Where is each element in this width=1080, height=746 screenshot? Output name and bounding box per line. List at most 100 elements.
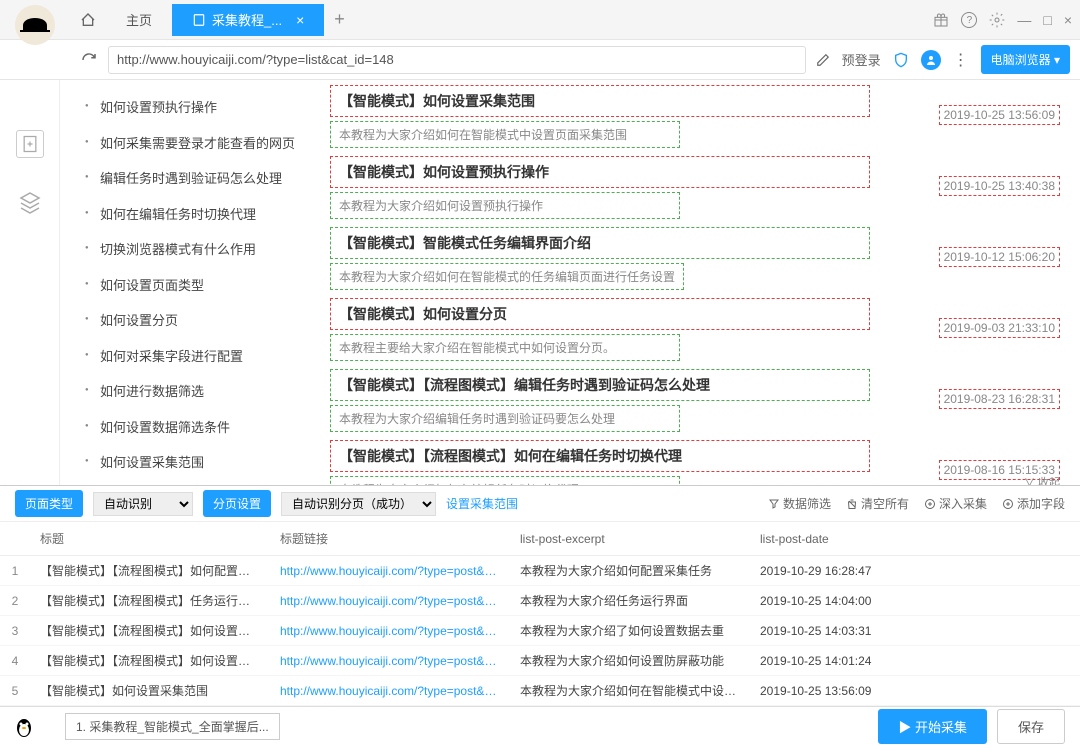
window-close-button[interactable]: × (1064, 12, 1072, 28)
row-title: 【智能模式】【流程图模式】任务运行界面介绍 (30, 586, 270, 616)
table-row[interactable]: 4 【智能模式】【流程图模式】如何设置防屏蔽 http://www.houyic… (0, 646, 1080, 676)
set-range-link[interactable]: 设置采集范围 (446, 495, 518, 512)
row-date: 2019-10-25 14:01:24 (750, 646, 1080, 676)
data-filter-button[interactable]: 数据筛选 (768, 495, 831, 512)
article-excerpt: 本教程为大家介绍编辑任务时遇到验证码要怎么处理 (330, 405, 680, 432)
tab-active-label: 采集教程_... (212, 10, 282, 29)
more-icon[interactable]: ⋮ (953, 50, 969, 70)
sidebar-item[interactable]: 如何采集需要登录才能查看的网页 (80, 126, 300, 162)
settings-icon[interactable] (989, 12, 1005, 28)
collapse-button[interactable]: ∨ 收起 (1024, 474, 1060, 485)
row-date: 2019-10-25 13:56:09 (750, 676, 1080, 706)
data-table: 标题 标题链接 list-post-excerpt list-post-date… (0, 522, 1080, 706)
row-url[interactable]: http://www.houyicaiji.com/?type=post&pid… (270, 616, 510, 646)
sidebar-item[interactable]: 切换浏览器模式有什么作用 (80, 232, 300, 268)
row-date: 2019-10-29 16:28:47 (750, 556, 1080, 586)
row-excerpt: 本教程为大家介绍如何设置防屏蔽功能 (510, 646, 750, 676)
help-icon[interactable]: ? (961, 12, 977, 28)
add-file-icon[interactable] (16, 130, 44, 158)
sidebar-item[interactable]: 如何设置采集范围 (80, 445, 300, 481)
article-block: 【智能模式】如何设置分页 2019-09-03 21:33:10 本教程主要给大… (330, 298, 1060, 361)
article-date: 2019-08-23 16:28:31 (939, 389, 1060, 409)
auto-page-select[interactable]: 自动识别分页（成功） (281, 492, 436, 516)
row-idx: 5 (0, 676, 30, 706)
row-url[interactable]: http://www.houyicaiji.com/?type=post&pid… (270, 676, 510, 706)
row-url[interactable]: http://www.houyicaiji.com/?type=post&pid… (270, 586, 510, 616)
row-idx: 1 (0, 556, 30, 586)
bottom-tab[interactable]: 1. 采集教程_智能模式_全面掌握后... (65, 713, 280, 740)
edit-icon[interactable] (816, 53, 830, 67)
home-icon[interactable] (70, 12, 106, 28)
article-title[interactable]: 【智能模式】如何设置采集范围 (330, 85, 870, 117)
sidebar-item[interactable]: 如何进行数据筛选 (80, 374, 300, 410)
avatar[interactable] (15, 5, 55, 45)
th-title[interactable]: 标题 (30, 522, 270, 556)
clear-all-button[interactable]: 清空所有 (846, 495, 909, 512)
th-date[interactable]: list-post-date (750, 522, 1080, 556)
start-collect-button[interactable]: ▶ 开始采集 (878, 709, 987, 744)
table-row[interactable]: 2 【智能模式】【流程图模式】任务运行界面介绍 http://www.houyi… (0, 586, 1080, 616)
table-row[interactable]: 5 【智能模式】如何设置采集范围 http://www.houyicaiji.c… (0, 676, 1080, 706)
sidebar-item[interactable]: 如何对采集字段进行配置 (80, 339, 300, 375)
gift-icon[interactable] (933, 12, 949, 28)
user-badge[interactable] (921, 50, 941, 70)
minimize-button[interactable]: — (1017, 12, 1031, 28)
browser-mode-button[interactable]: 电脑浏览器 ▾ (981, 45, 1070, 74)
th-excerpt[interactable]: list-post-excerpt (510, 522, 750, 556)
table-row[interactable]: 3 【智能模式】【流程图模式】如何设置数据去重 http://www.houyi… (0, 616, 1080, 646)
deep-collect-button[interactable]: 深入采集 (924, 495, 987, 512)
sidebar-item[interactable]: 如何设置数据筛选条件 (80, 410, 300, 446)
article-title[interactable]: 【智能模式】如何设置分页 (330, 298, 870, 330)
sidebar-item[interactable]: 如何设置预执行操作 (80, 90, 300, 126)
article-title[interactable]: 【智能模式】【流程图模式】如何在编辑任务时切换代理 (330, 440, 870, 472)
tabs-bar: 主页 采集教程_... × + ? — □ × (0, 0, 1080, 40)
row-url[interactable]: http://www.houyicaiji.com/?type=post&pid… (270, 646, 510, 676)
tab-add-button[interactable]: + (324, 9, 355, 30)
window-controls: ? — □ × (933, 0, 1072, 40)
page-type-button[interactable]: 页面类型 (15, 490, 83, 517)
article-excerpt: 本教程为大家介绍如何在智能模式中设置页面采集范围 (330, 121, 680, 148)
article-date: 2019-10-12 15:06:20 (939, 247, 1060, 267)
panel-toolbar: 页面类型 自动识别 分页设置 自动识别分页（成功） 设置采集范围 数据筛选 清空… (0, 486, 1080, 522)
address-bar: 预登录 ⋮ 电脑浏览器 ▾ (0, 40, 1080, 80)
row-excerpt: 本教程为大家介绍了如何设置数据去重 (510, 616, 750, 646)
article-date: 2019-10-25 13:40:38 (939, 176, 1060, 196)
page-setting-button[interactable]: 分页设置 (203, 490, 271, 517)
url-input[interactable] (108, 46, 806, 74)
add-field-button[interactable]: 添加字段 (1002, 495, 1065, 512)
row-title: 【智能模式】【流程图模式】如何设置数据去重 (30, 616, 270, 646)
sidebar-item[interactable]: 编辑任务时遇到验证码怎么处理 (80, 161, 300, 197)
sidebar-item[interactable]: 如何在编辑任务时切换代理 (80, 197, 300, 233)
article-excerpt: 本教程为大家介绍如何在智能模式的任务编辑页面进行任务设置 (330, 263, 684, 290)
layers-icon[interactable] (16, 188, 44, 216)
article-excerpt: 本教程主要给大家介绍在智能模式中如何设置分页。 (330, 334, 680, 361)
table-row[interactable]: 1 【智能模式】【流程图模式】如何配置采集任务 http://www.houyi… (0, 556, 1080, 586)
shield-icon[interactable] (893, 52, 909, 68)
sidebar-item[interactable]: 如何设置页面类型 (80, 268, 300, 304)
bottom-bar: 1. 采集教程_智能模式_全面掌握后... ▶ 开始采集 保存 (0, 706, 1080, 746)
row-url[interactable]: http://www.houyicaiji.com/?type=post&pid… (270, 556, 510, 586)
save-button[interactable]: 保存 (997, 709, 1065, 744)
article-block: 【智能模式】【流程图模式】编辑任务时遇到验证码怎么处理 2019-08-23 1… (330, 369, 1060, 432)
tab-close-icon[interactable]: × (296, 12, 304, 28)
row-title: 【智能模式】【流程图模式】如何配置采集任务 (30, 556, 270, 586)
pre-login-button[interactable]: 预登录 (842, 50, 881, 69)
article-title[interactable]: 【智能模式】【流程图模式】编辑任务时遇到验证码怎么处理 (330, 369, 870, 401)
tab-active[interactable]: 采集教程_... × (172, 4, 324, 36)
row-excerpt: 本教程为大家介绍如何配置采集任务 (510, 556, 750, 586)
th-title-link[interactable]: 标题链接 (270, 522, 510, 556)
row-excerpt: 本教程为大家介绍如何在智能模式中设置页面采集... (510, 676, 750, 706)
row-idx: 3 (0, 616, 30, 646)
qq-icon[interactable] (12, 715, 36, 739)
row-date: 2019-10-25 14:03:31 (750, 616, 1080, 646)
article-title[interactable]: 【智能模式】如何设置预执行操作 (330, 156, 870, 188)
th-idx (0, 522, 30, 556)
refresh-icon[interactable] (80, 51, 98, 69)
sidebar-item[interactable]: 如何设置分页 (80, 303, 300, 339)
article-excerpt: 本教程为大家介绍如何在编辑任务时切换代理 (330, 476, 680, 485)
sidebar: 如何设置预执行操作 如何采集需要登录才能查看的网页 编辑任务时遇到验证码怎么处理… (60, 80, 320, 485)
auto-detect-select[interactable]: 自动识别 (93, 492, 193, 516)
article-title[interactable]: 【智能模式】智能模式任务编辑界面介绍 (330, 227, 870, 259)
maximize-button[interactable]: □ (1043, 12, 1051, 28)
tab-home[interactable]: 主页 (106, 4, 172, 36)
